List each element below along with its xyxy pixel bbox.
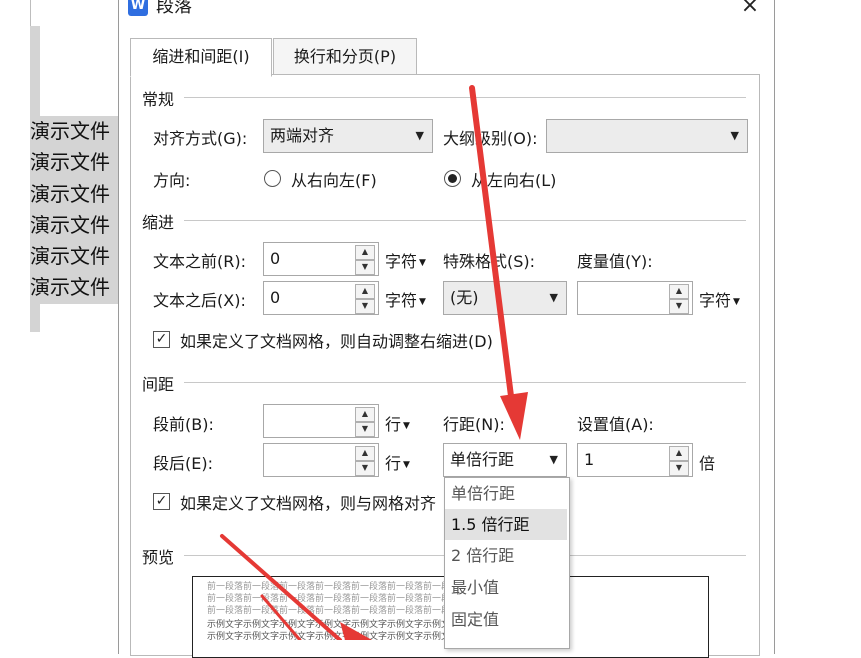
spin-up-icon[interactable]: ▲ [355,284,375,299]
option-single[interactable]: 单倍行距 [445,478,567,509]
spin-up-icon[interactable]: ▲ [669,284,689,299]
outline-select[interactable]: ▼ [546,119,748,153]
caret-down-icon: ▼ [419,297,426,307]
indent-before-unit[interactable]: 字符 ▼ [385,248,426,272]
caret-down-icon: ▼ [733,297,740,307]
space-after-unit[interactable]: 行 ▼ [385,450,410,474]
document-line: 演示文件 [30,147,118,179]
section-preview-title: 预览 [142,548,175,567]
spin-up-icon[interactable]: ▲ [355,407,375,422]
spin-up-icon[interactable]: ▲ [355,446,375,461]
spin-down-icon[interactable]: ▼ [355,260,375,275]
unit-text: 字符 [385,252,418,271]
ltr-label: 从左向右(L) [471,171,557,190]
section-general-title: 常规 [142,90,175,109]
section-divider [184,97,746,98]
space-before-label: 段前(B): [153,415,214,434]
indent-after-input[interactable]: 0 ▲ ▼ [263,281,379,315]
ltr-radio[interactable] [444,170,461,187]
unit-text: 行 [385,415,402,434]
document-line: 演示文件 [30,209,118,242]
spin-down-icon[interactable]: ▼ [669,299,689,314]
section-spacing-title: 间距 [142,375,175,394]
align-value: 两端对齐 [270,126,335,145]
auto-right-indent-checkbox[interactable]: ✓ [153,331,170,348]
dropdown-arrow-icon: ▼ [415,129,424,142]
section-divider [184,220,746,221]
align-select[interactable]: 两端对齐 ▼ [263,119,433,153]
section-divider [184,382,746,383]
spin-down-icon[interactable]: ▼ [355,422,375,437]
dropdown-arrow-icon: ▼ [549,453,558,466]
set-value-label: 设置值(A): [577,415,654,434]
indent-after-label: 文本之后(X): [153,291,246,310]
space-before-input[interactable]: ▲ ▼ [263,404,379,438]
caret-down-icon: ▼ [403,460,410,470]
space-after-label: 段后(E): [153,454,213,473]
dropdown-arrow-icon: ▼ [549,291,558,304]
set-value-value: 1 [584,450,595,469]
section-indent-title: 缩进 [142,213,175,232]
spin-down-icon[interactable]: ▼ [355,299,375,314]
space-before-unit[interactable]: 行 ▼ [385,411,410,435]
tab-indent-spacing[interactable]: 缩进和间距(I) [130,38,272,77]
caret-down-icon: ▼ [403,421,410,431]
align-label: 对齐方式(G): [153,129,248,148]
option-one-half[interactable]: 1.5 倍行距 [445,509,567,540]
line-spacing-select[interactable]: 单倍行距 ▼ [443,443,567,477]
space-after-input[interactable]: ▲ ▼ [263,443,379,477]
set-value-unit: 倍 [699,454,716,473]
indent-before-label: 文本之前(R): [153,252,246,271]
snap-to-grid-checkbox[interactable]: ✓ [153,493,170,510]
document-text[interactable]: 演示文件 演示文件 演示文件 演示文件 演示文件 演示文件 [30,116,118,304]
measure-input[interactable]: ▲ ▼ [577,281,693,315]
app-logo-icon: W [128,0,148,16]
close-icon[interactable]: × [738,0,762,18]
rtl-radio[interactable] [264,170,281,187]
spin-up-icon[interactable]: ▲ [669,446,689,461]
outline-label: 大纲级别(O): [443,129,538,148]
unit-text: 字符 [699,291,732,310]
direction-label: 方向: [153,171,191,190]
dropdown-arrow-icon: ▼ [730,129,739,142]
spin-down-icon[interactable]: ▼ [669,461,689,476]
indent-before-value: 0 [270,249,281,268]
indent-after-unit[interactable]: 字符 ▼ [385,287,426,311]
document-line: 演示文件 [30,272,118,304]
special-format-value: (无) [450,288,479,307]
document-line: 演示文件 [30,241,118,273]
caret-down-icon: ▼ [419,258,426,268]
option-double[interactable]: 2 倍行距 [445,540,567,571]
unit-text: 字符 [385,291,418,310]
line-spacing-options: 单倍行距 1.5 倍行距 2 倍行距 最小值 固定值 [444,477,570,649]
line-spacing-value: 单倍行距 [450,450,515,469]
spin-up-icon[interactable]: ▲ [355,245,375,260]
special-format-label: 特殊格式(S): [443,252,536,271]
spin-down-icon[interactable]: ▼ [355,461,375,476]
rtl-label: 从右向左(F) [291,171,377,190]
tab-line-page-breaks[interactable]: 换行和分页(P) [273,38,417,76]
measure-label: 度量值(Y): [577,252,653,271]
dialog-title: 段落 [156,0,192,17]
document-line: 演示文件 [30,178,118,210]
snap-to-grid-label: 如果定义了文档网格，则与网格对齐 [180,494,437,513]
line-spacing-label: 行距(N): [443,415,505,434]
measure-unit[interactable]: 字符 ▼ [699,287,740,311]
special-format-select[interactable]: (无) ▼ [443,281,567,315]
option-minimum[interactable]: 最小值 [445,572,567,603]
document-line: 演示文件 [30,116,118,148]
unit-text: 行 [385,454,402,473]
indent-after-value: 0 [270,288,281,307]
indent-before-input[interactable]: 0 ▲ ▼ [263,242,379,276]
set-value-input[interactable]: 1 ▲ ▼ [577,443,693,477]
auto-right-indent-label: 如果定义了文档网格，则自动调整右缩进(D) [180,332,493,351]
document-margin-marker [30,0,31,26]
option-fixed[interactable]: 固定值 [445,604,567,635]
